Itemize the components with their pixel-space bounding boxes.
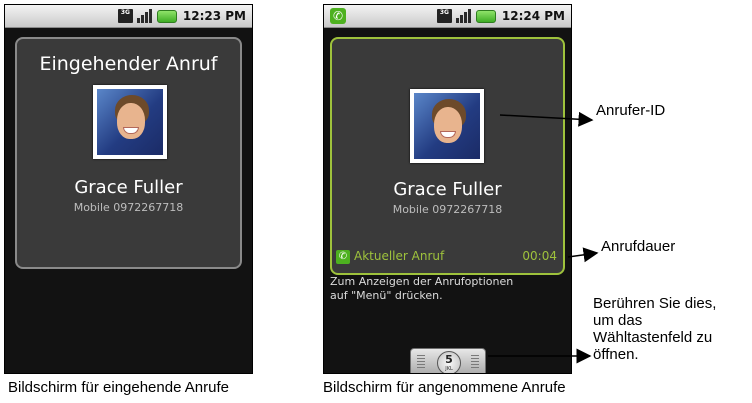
duration-arrow <box>567 247 599 263</box>
callout-line: öffnen. <box>593 346 639 363</box>
callout-line: Berühren Sie dies, <box>593 295 717 312</box>
caller-id-arrow <box>499 111 594 127</box>
dialpad-callout: Berühren Sie dies, um das Wähltastenfeld… <box>593 295 752 363</box>
callout-line: Wähltastenfeld zu <box>593 329 713 346</box>
call-duration-callout: Anrufdauer <box>601 238 676 255</box>
incoming-screen-caption: Bildschirm für eingehende Anrufe <box>8 379 229 396</box>
callout-line: um das <box>593 312 643 329</box>
answered-screen-caption: Bildschirm für angenommene Anrufe <box>323 379 566 396</box>
caller-id-callout: Anrufer-ID <box>596 102 666 119</box>
